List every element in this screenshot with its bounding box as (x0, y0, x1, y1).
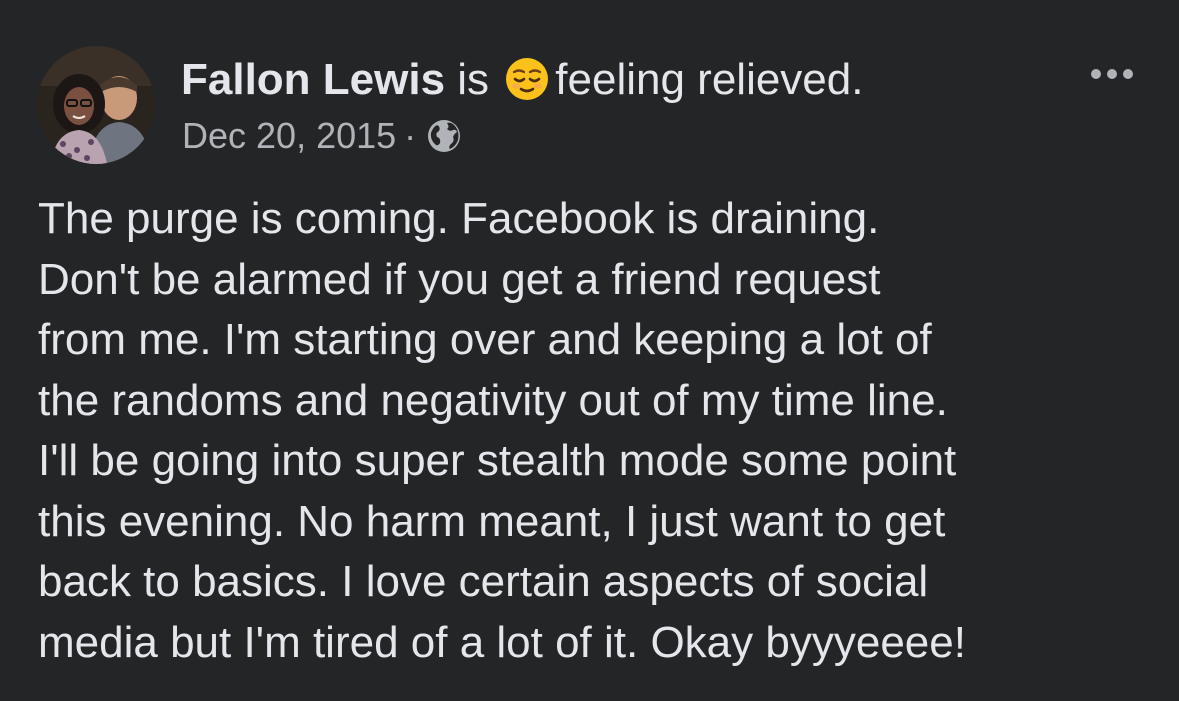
facebook-post: Fallon Lewis is feeling relieved. Dec 20… (0, 0, 1179, 701)
more-options-button[interactable] (1084, 62, 1140, 86)
activity-prefix: is (445, 55, 502, 104)
post-timestamp[interactable]: Dec 20, 2015 (182, 115, 396, 156)
meta-separator: · (404, 115, 417, 156)
more-options-icon (1091, 69, 1133, 79)
post-header: Fallon Lewis is feeling relieved. (181, 52, 863, 115)
author-name[interactable]: Fallon Lewis (181, 55, 445, 104)
post-meta: Dec 20, 2015 · (182, 113, 462, 165)
post-body: The purge is coming. Facebook is drainin… (38, 194, 966, 667)
globe-icon[interactable] (426, 118, 462, 165)
activity-text[interactable]: feeling relieved. (555, 55, 863, 104)
avatar[interactable] (37, 46, 155, 164)
relieved-face-icon (505, 57, 549, 115)
